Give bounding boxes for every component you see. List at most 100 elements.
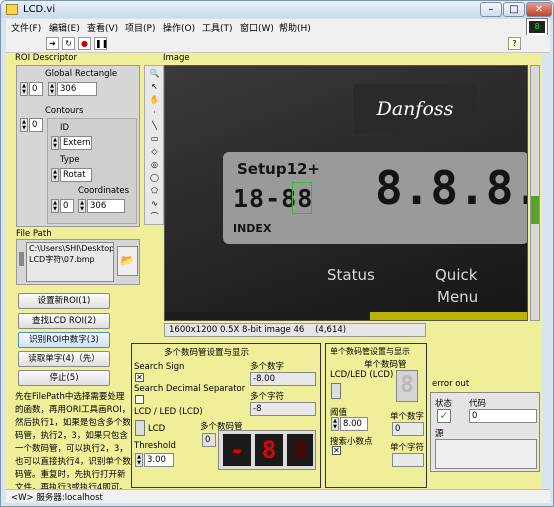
run-arrow-icon[interactable]: ➜ xyxy=(46,37,59,50)
menu-key-text: Menu xyxy=(437,288,479,306)
chars-label: 多个字符 xyxy=(250,392,285,402)
zoom-icon[interactable]: 🔍 xyxy=(148,68,161,79)
recognize-digits-button[interactable]: 识别ROI中数字(3) xyxy=(18,332,110,348)
image-label: Image xyxy=(163,53,190,63)
menu-file[interactable]: 文件(F) xyxy=(11,21,41,34)
tube-array-index[interactable]: 0 xyxy=(202,433,216,447)
pan-icon[interactable]: ✋ xyxy=(148,94,161,105)
single-digit-group: 单个数码管设置与显示 单个数码管 LCD/LED (LCD) 8 阈值 ▲ ▼ 8… xyxy=(325,343,427,488)
contours-index[interactable]: 0 xyxy=(29,118,43,132)
lcd-icon: 8 xyxy=(529,21,545,33)
lcd-led-switch[interactable] xyxy=(135,420,145,436)
single-lcd-led-switch[interactable] xyxy=(331,383,341,399)
menu-view[interactable]: 查看(V) xyxy=(87,21,118,34)
server-status: <W> 服务器:localhost xyxy=(11,493,103,503)
annulus-icon[interactable]: ◎ xyxy=(148,159,161,170)
pointer-icon[interactable]: ↖ xyxy=(148,81,161,92)
find-lcd-roi-button[interactable]: 查找LCD ROI(2) xyxy=(18,313,110,329)
single-threshold-spin[interactable]: ▲ ▼ xyxy=(331,417,339,431)
title-bar: LCD.vi – □ ✕ xyxy=(1,1,553,18)
stop-button[interactable]: 停止(5) xyxy=(18,370,110,386)
coords-value-spin[interactable]: ▲ ▼ xyxy=(78,199,86,213)
coords-spin[interactable]: ▲ ▼ xyxy=(51,199,59,213)
lcd-led-label: LCD / LED (LCD) xyxy=(134,407,203,417)
global-rect-value-spin[interactable]: ▲ ▼ xyxy=(48,82,56,96)
error-status-label: 状态 xyxy=(435,399,453,409)
file-path-value[interactable]: C:\Users\SHI\Desktop\091127 LCD字符\07.bmp xyxy=(26,242,114,282)
global-rect-spin[interactable]: ▲ ▼ xyxy=(20,82,28,96)
help-icon[interactable]: ? xyxy=(508,37,521,50)
led-digit-1: - xyxy=(223,434,251,466)
image-display[interactable]: Danfoss Setup12+ 18-88 8.8.8. INDEX Stat… xyxy=(164,65,528,321)
global-rect-label: Global Rectangle xyxy=(45,69,118,79)
lcd-big-digits: 8.8.8. xyxy=(375,161,528,215)
id-spin[interactable]: ▲ ▼ xyxy=(51,136,59,150)
search-sign-checkbox[interactable]: ✕ xyxy=(135,373,144,382)
vi-icon: 8 xyxy=(526,18,548,36)
global-rect-index[interactable]: 0 xyxy=(29,82,43,96)
coords-index[interactable]: 0 xyxy=(60,199,74,213)
roi-rectangle[interactable] xyxy=(292,182,312,214)
h-scrollbar[interactable] xyxy=(370,312,527,320)
path-spin[interactable] xyxy=(19,252,24,266)
numbers-value: -8.00 xyxy=(250,372,316,386)
single-char-label: 单个字符 xyxy=(390,443,425,453)
v-scroll-thumb[interactable] xyxy=(531,196,539,224)
contours-label: Contours xyxy=(45,106,84,116)
minimize-button[interactable]: – xyxy=(480,2,502,17)
index-text: INDEX xyxy=(233,222,272,235)
freehand-icon[interactable]: ∿ xyxy=(148,198,161,209)
run-continuous-icon[interactable]: ↻ xyxy=(62,37,75,50)
search-decimal-label: Search Decimal Separator xyxy=(134,384,246,394)
read-single-char-button[interactable]: 读取单字(4)（先） xyxy=(18,351,110,367)
menu-project[interactable]: 项目(P) xyxy=(125,21,155,34)
menu-window[interactable]: 窗口(W) xyxy=(240,21,274,34)
threshold-value[interactable]: 3.00 xyxy=(144,453,174,467)
search-decimal-checkbox[interactable] xyxy=(135,395,144,404)
error-source-label: 源 xyxy=(435,429,444,439)
set-new-roi-button[interactable]: 设置新ROI(1) xyxy=(18,293,110,309)
id-value[interactable]: Extern xyxy=(60,136,92,150)
point-icon[interactable]: · xyxy=(148,107,161,118)
type-spin[interactable]: ▲ ▼ xyxy=(51,168,59,182)
contours-spin[interactable]: ▲ ▼ xyxy=(20,118,28,132)
roi-descriptor: Global Rectangle ▲ ▼ 0 ▲ ▼ 306 Contours ▲ ▼… xyxy=(16,65,140,227)
threshold-spin[interactable]: ▲ ▼ xyxy=(135,453,143,467)
type-value[interactable]: Rotat xyxy=(60,168,92,182)
lcd-option-label: LCD xyxy=(148,424,166,434)
status-key-text: Status xyxy=(327,266,375,284)
error-out-cluster: 状态 代码 ✓ 0 源 xyxy=(430,392,540,472)
coords-value[interactable]: 306 xyxy=(87,199,125,213)
oval-icon[interactable]: ◯ xyxy=(148,172,161,183)
broken-line-icon[interactable]: ⌒ xyxy=(148,211,161,222)
window-title: LCD.vi xyxy=(23,4,56,15)
menu-edit[interactable]: 编辑(E) xyxy=(49,21,80,34)
abort-icon[interactable]: ● xyxy=(78,37,91,50)
menu-tools[interactable]: 工具(T) xyxy=(202,21,233,34)
check-icon: ✓ xyxy=(437,409,451,423)
line-icon[interactable]: ╲ xyxy=(148,120,161,131)
rotated-rect-icon[interactable]: ◇ xyxy=(148,146,161,157)
polygon-icon[interactable]: ⬠ xyxy=(148,185,161,196)
id-label: ID xyxy=(60,123,70,133)
menu-operate[interactable]: 操作(O) xyxy=(163,21,195,34)
coords-label: Coordinates xyxy=(78,186,130,196)
pause-icon[interactable]: ❚❚ xyxy=(94,37,108,50)
maximize-button[interactable]: □ xyxy=(503,2,525,17)
rectangle-icon[interactable]: ▭ xyxy=(148,133,161,144)
menu-bar: 文件(F) 编辑(E) 查看(V) 项目(P) 操作(O) 工具(T) 窗口(W… xyxy=(6,18,550,36)
single-decimal-checkbox[interactable]: ✕ xyxy=(332,446,341,455)
menu-help[interactable]: 帮助(H) xyxy=(279,21,311,34)
v-scrollbar[interactable] xyxy=(530,65,540,321)
single-char-value xyxy=(392,453,424,467)
browse-folder-icon[interactable]: 📂 xyxy=(117,246,138,276)
single-threshold-value[interactable]: 8.00 xyxy=(340,417,368,431)
multi-digit-group: 多个数码管设置与显示 Search Sign ✕ Search Decimal … xyxy=(131,343,321,488)
tube-array-frame: - 8 8 xyxy=(218,430,316,470)
close-button[interactable]: ✕ xyxy=(526,2,552,17)
type-label: Type xyxy=(60,155,80,165)
global-rect-value[interactable]: 306 xyxy=(57,82,97,96)
single-tube-label: 单个数码管 xyxy=(364,360,407,370)
search-sign-label: Search Sign xyxy=(134,362,185,372)
error-code-label: 代码 xyxy=(469,399,487,409)
